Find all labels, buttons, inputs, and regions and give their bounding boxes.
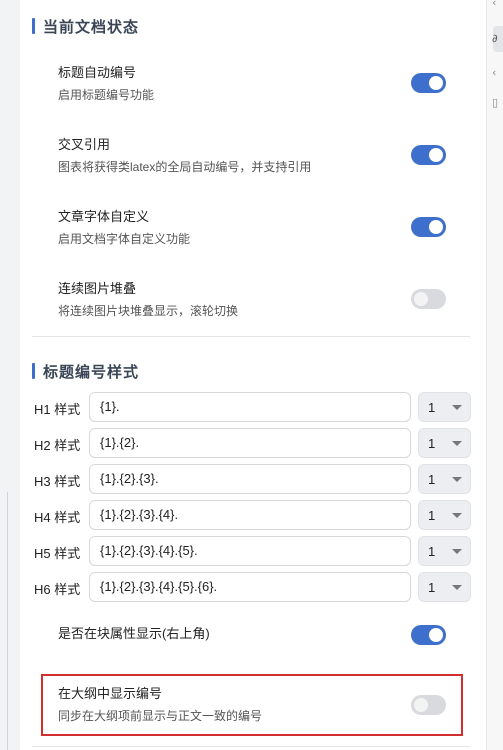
setting-desc: 启用标题编号功能 [58,88,155,102]
link-icon[interactable]: ∂ [492,32,498,45]
h1-level-select[interactable]: 1 [418,392,471,422]
setting-custom-font: 文章字体自定义 启用文档字体自定义功能 [58,208,458,248]
select-value: 1 [428,544,436,559]
h2-format-input[interactable]: {1}.{2}. [89,428,411,458]
doc-icon[interactable]: ▯ [492,96,498,109]
h2-style-row: H2 样式 {1}.{2}. 1 [34,428,474,458]
setting-title: 连续图片堆叠 [58,281,137,296]
setting-title: 文章字体自定义 [58,209,150,224]
setting-desc: 启用文档字体自定义功能 [58,232,191,246]
h5-style-label: H5 样式 [34,546,81,561]
doc-status-section-title: 当前文档状态 [32,16,139,36]
toggle-knob [429,628,443,642]
h6-format-input[interactable]: {1}.{2}.{3}.{4}.{5}.{6}. [89,572,411,602]
toggle-knob [429,76,443,90]
setting-title: 标题自动编号 [58,65,137,80]
select-value: 1 [428,436,436,451]
chevron-down-icon [452,477,462,482]
cross-reference-toggle[interactable] [411,145,446,165]
setting-cross-reference: 交叉引用 图表将获得类latex的全局自动编号，并支持引用 [58,136,458,176]
h4-format-input[interactable]: {1}.{2}.{3}.{4}. [89,500,411,530]
toggle-knob [414,698,428,712]
h4-level-select[interactable]: 1 [418,500,471,530]
h5-style-row: H5 样式 {1}.{2}.{3}.{4}.{5}. 1 [34,536,474,566]
h4-style-label: H4 样式 [34,510,81,525]
bottom-divider [32,746,470,747]
chevron-down-icon [452,405,462,410]
h2-level-select[interactable]: 1 [418,428,471,458]
setting-desc: 图表将获得类latex的全局自动编号，并支持引用 [58,160,312,174]
h6-style-label: H6 样式 [34,582,81,597]
h1-style-row: H1 样式 {1}. 1 [34,392,474,422]
section-divider [32,336,470,337]
select-value: 1 [428,508,436,523]
right-toolbar-strip: ‹ ∂ ‹ ▯ [486,0,503,750]
select-value: 1 [428,580,436,595]
chevron-down-icon [452,549,462,554]
left-gutter-line [7,492,8,750]
h4-style-row: H4 样式 {1}.{2}.{3}.{4}. 1 [34,500,474,530]
settings-panel: 当前文档状态 标题自动编号 启用标题编号功能 交叉引用 图表将获得类latex的… [20,0,486,750]
setting-title: 是否在块属性显示(右上角) [58,626,210,641]
chevron-down-icon [452,585,462,590]
h3-level-select[interactable]: 1 [418,464,471,494]
doc-status-title-text: 当前文档状态 [43,18,140,36]
toggle-knob [414,292,428,306]
setting-show-in-outline: 在大纲中显示编号 同步在大纲项前显示与正文一致的编号 [58,685,458,725]
custom-font-toggle[interactable] [411,217,446,237]
section-bar [32,363,35,379]
show-in-block-attr-toggle[interactable] [411,625,446,645]
heading-style-section-title: 标题编号样式 [32,361,139,381]
h2-style-label: H2 样式 [34,438,81,453]
toggle-knob [429,220,443,234]
back-icon[interactable]: ‹ [492,66,496,79]
show-in-outline-toggle[interactable] [411,695,446,715]
setting-image-stack: 连续图片堆叠 将连续图片块堆叠显示，滚轮切换 [58,280,458,320]
setting-show-in-block-attr: 是否在块属性显示(右上角) [58,625,458,643]
toggle-knob [429,148,443,162]
h3-style-label: H3 样式 [34,474,81,489]
image-stack-toggle[interactable] [411,289,446,309]
arrow-icon[interactable]: ‹ [492,0,496,9]
h5-level-select[interactable]: 1 [418,536,471,566]
chevron-down-icon [452,441,462,446]
h6-style-row: H6 样式 {1}.{2}.{3}.{4}.{5}.{6}. 1 [34,572,474,602]
h1-format-input[interactable]: {1}. [89,392,411,422]
setting-heading-auto-number: 标题自动编号 启用标题编号功能 [58,64,458,104]
setting-desc: 将连续图片块堆叠显示，滚轮切换 [58,304,239,318]
heading-auto-number-toggle[interactable] [411,73,446,93]
h1-style-label: H1 样式 [34,402,81,417]
chevron-down-icon [452,513,462,518]
h3-format-input[interactable]: {1}.{2}.{3}. [89,464,411,494]
h5-format-input[interactable]: {1}.{2}.{3}.{4}.{5}. [89,536,411,566]
h3-style-row: H3 样式 {1}.{2}.{3}. 1 [34,464,474,494]
setting-title: 在大纲中显示编号 [58,686,163,701]
setting-desc: 同步在大纲项前显示与正文一致的编号 [58,709,263,723]
section-bar [32,18,35,34]
h6-level-select[interactable]: 1 [418,572,471,602]
setting-title: 交叉引用 [58,137,111,152]
select-value: 1 [428,400,436,415]
heading-style-title-text: 标题编号样式 [43,363,140,381]
left-gutter [0,0,20,750]
select-value: 1 [428,472,436,487]
